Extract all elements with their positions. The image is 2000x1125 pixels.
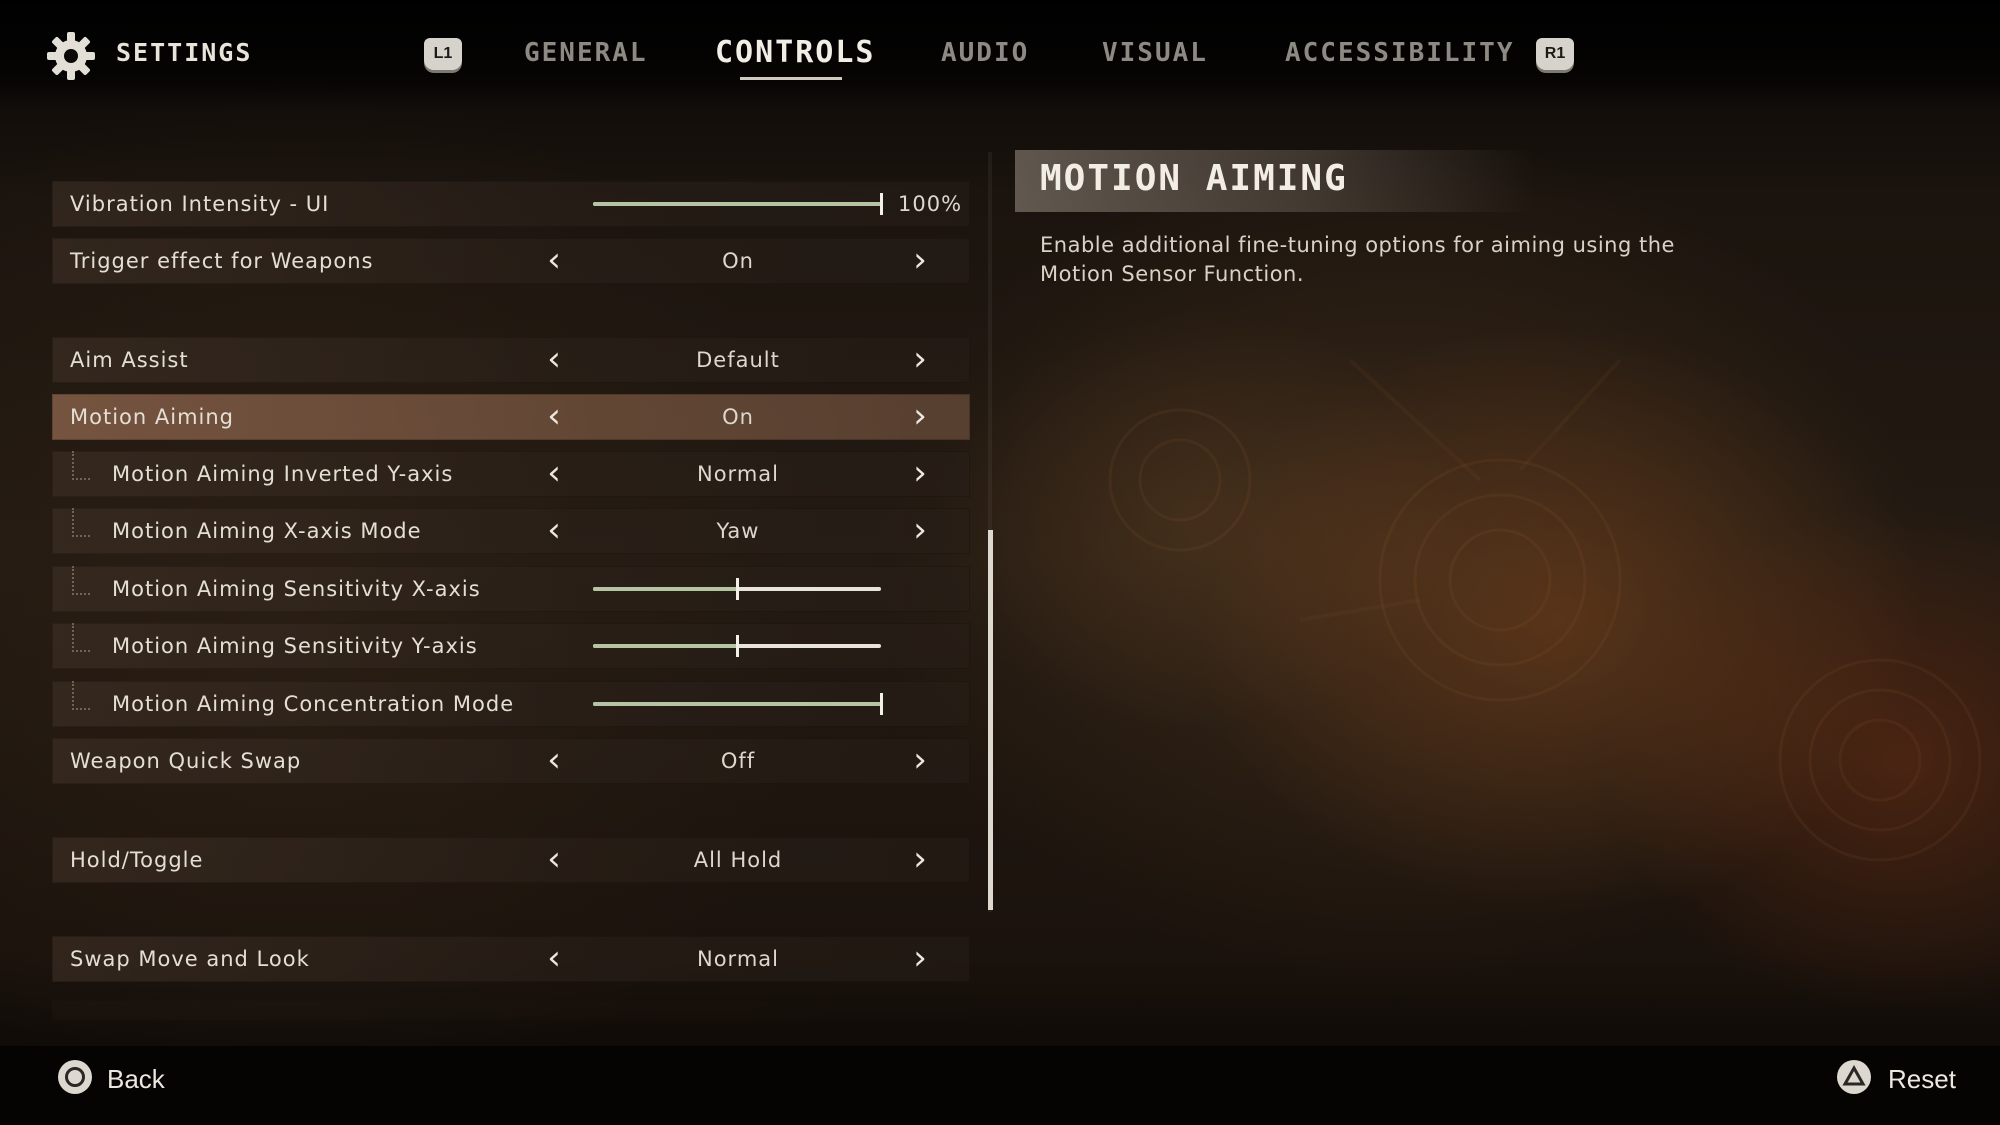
- vibration-slider[interactable]: [593, 193, 883, 215]
- setting-value: Normal: [697, 462, 779, 486]
- chevron-right-icon[interactable]: ›: [908, 337, 932, 381]
- chevron-right-icon[interactable]: ›: [908, 394, 932, 438]
- r1-bumper-icon[interactable]: R1: [1536, 38, 1574, 70]
- chevron-right-icon[interactable]: ›: [908, 451, 932, 495]
- setting-value: Normal: [697, 947, 779, 971]
- setting-motion-aiming-x-axis-mode[interactable]: Motion Aiming X-axis Mode ‹ Yaw ›: [52, 508, 970, 554]
- tree-branch-icon: [72, 508, 90, 537]
- tab-controls[interactable]: CONTROLS: [715, 35, 876, 70]
- setting-motion-aiming-concentration-mode[interactable]: Motion Aiming Concentration Mode: [52, 681, 970, 727]
- chevron-left-icon[interactable]: ‹: [542, 936, 566, 980]
- slider-fill: [593, 644, 737, 648]
- setting-vibration-intensity-ui[interactable]: Vibration Intensity - UI 100%: [52, 181, 970, 227]
- info-title: MOTION AIMING: [1040, 158, 1348, 199]
- slider-thumb[interactable]: [736, 578, 739, 600]
- slider-thumb[interactable]: [880, 193, 883, 215]
- tab-accessibility[interactable]: ACCESSIBILITY: [1285, 38, 1515, 68]
- setting-value: On: [722, 249, 754, 273]
- tree-branch-icon: [72, 623, 90, 652]
- chevron-right-icon[interactable]: ›: [908, 238, 932, 282]
- chevron-right-icon[interactable]: ›: [908, 738, 932, 782]
- chevron-right-icon[interactable]: ›: [908, 936, 932, 980]
- chevron-left-icon[interactable]: ‹: [542, 394, 566, 438]
- concentration-slider[interactable]: [593, 693, 883, 715]
- setting-trigger-effect[interactable]: Trigger effect for Weapons ‹ On ›: [52, 238, 970, 284]
- slider-thumb[interactable]: [880, 693, 883, 715]
- tree-branch-icon: [72, 566, 90, 595]
- chevron-left-icon[interactable]: ‹: [542, 337, 566, 381]
- setting-value: All Hold: [693, 848, 783, 872]
- bottom-bar: [0, 1046, 2000, 1125]
- chevron-right-icon[interactable]: ›: [908, 837, 932, 881]
- tab-visual[interactable]: VISUAL: [1102, 38, 1208, 68]
- setting-label: Aim Assist: [70, 348, 189, 372]
- back-button[interactable]: Back: [107, 1064, 165, 1095]
- setting-hold-toggle[interactable]: Hold/Toggle ‹ All Hold ›: [52, 837, 970, 883]
- slider-fill: [593, 702, 881, 706]
- setting-motion-aiming-inverted-y[interactable]: Motion Aiming Inverted Y-axis ‹ Normal ›: [52, 451, 970, 497]
- setting-label: Swap Move and Look: [70, 947, 310, 971]
- setting-label: Motion Aiming Inverted Y-axis: [112, 462, 454, 486]
- setting-label: Motion Aiming Sensitivity X-axis: [112, 577, 481, 601]
- setting-aim-assist[interactable]: Aim Assist ‹ Default ›: [52, 337, 970, 383]
- scrollbar-thumb[interactable]: [988, 530, 993, 910]
- triangle-button-icon[interactable]: [1837, 1060, 1871, 1094]
- setting-label: Motion Aiming X-axis Mode: [112, 519, 422, 543]
- setting-weapon-quick-swap[interactable]: Weapon Quick Swap ‹ Off ›: [52, 738, 970, 784]
- tab-audio[interactable]: AUDIO: [941, 38, 1029, 68]
- setting-label: Weapon Quick Swap: [70, 749, 302, 773]
- setting-label: Vibration Intensity - UI: [70, 192, 330, 216]
- circle-button-icon[interactable]: [58, 1060, 92, 1094]
- chevron-left-icon[interactable]: ‹: [542, 238, 566, 282]
- slider-fill: [593, 587, 737, 591]
- active-tab-indicator: [740, 77, 842, 80]
- setting-value: Default: [696, 348, 780, 372]
- chevron-right-icon[interactable]: ›: [908, 508, 932, 552]
- chevron-left-icon[interactable]: ‹: [542, 508, 566, 552]
- chevron-left-icon[interactable]: ‹: [542, 837, 566, 881]
- setting-swap-move-and-look[interactable]: Swap Move and Look ‹ Normal ›: [52, 936, 970, 982]
- setting-value: Off: [720, 749, 756, 773]
- setting-label: Motion Aiming Sensitivity Y-axis: [112, 634, 478, 658]
- chevron-left-icon[interactable]: ‹: [542, 738, 566, 782]
- sensitivity-y-slider[interactable]: [593, 635, 881, 657]
- info-description: Enable additional fine-tuning options fo…: [1040, 233, 1675, 286]
- chevron-left-icon[interactable]: ‹: [542, 451, 566, 495]
- reset-button[interactable]: Reset: [1888, 1064, 1956, 1095]
- setting-motion-aiming[interactable]: Motion Aiming ‹ On ›: [52, 394, 970, 440]
- setting-label: Hold/Toggle: [70, 848, 204, 872]
- slider-fill: [593, 202, 881, 206]
- tab-general[interactable]: GENERAL: [524, 38, 648, 68]
- setting-row-partially-hidden: [52, 1000, 970, 1020]
- page-title: SETTINGS: [116, 38, 253, 67]
- slider-thumb[interactable]: [736, 635, 739, 657]
- tree-branch-icon: [72, 681, 90, 710]
- vibration-value: 100%: [898, 192, 963, 216]
- gear-icon: [47, 32, 95, 80]
- setting-label: Motion Aiming: [70, 405, 234, 429]
- setting-value: Yaw: [716, 519, 760, 543]
- sensitivity-x-slider[interactable]: [593, 578, 881, 600]
- setting-value: On: [722, 405, 754, 429]
- tree-branch-icon: [72, 451, 90, 480]
- setting-motion-aiming-sensitivity-y[interactable]: Motion Aiming Sensitivity Y-axis: [52, 623, 970, 669]
- setting-motion-aiming-sensitivity-x[interactable]: Motion Aiming Sensitivity X-axis: [52, 566, 970, 612]
- l1-bumper-icon[interactable]: L1: [424, 38, 462, 70]
- setting-label: Motion Aiming Concentration Mode: [112, 692, 515, 716]
- setting-label: Trigger effect for Weapons: [70, 249, 374, 273]
